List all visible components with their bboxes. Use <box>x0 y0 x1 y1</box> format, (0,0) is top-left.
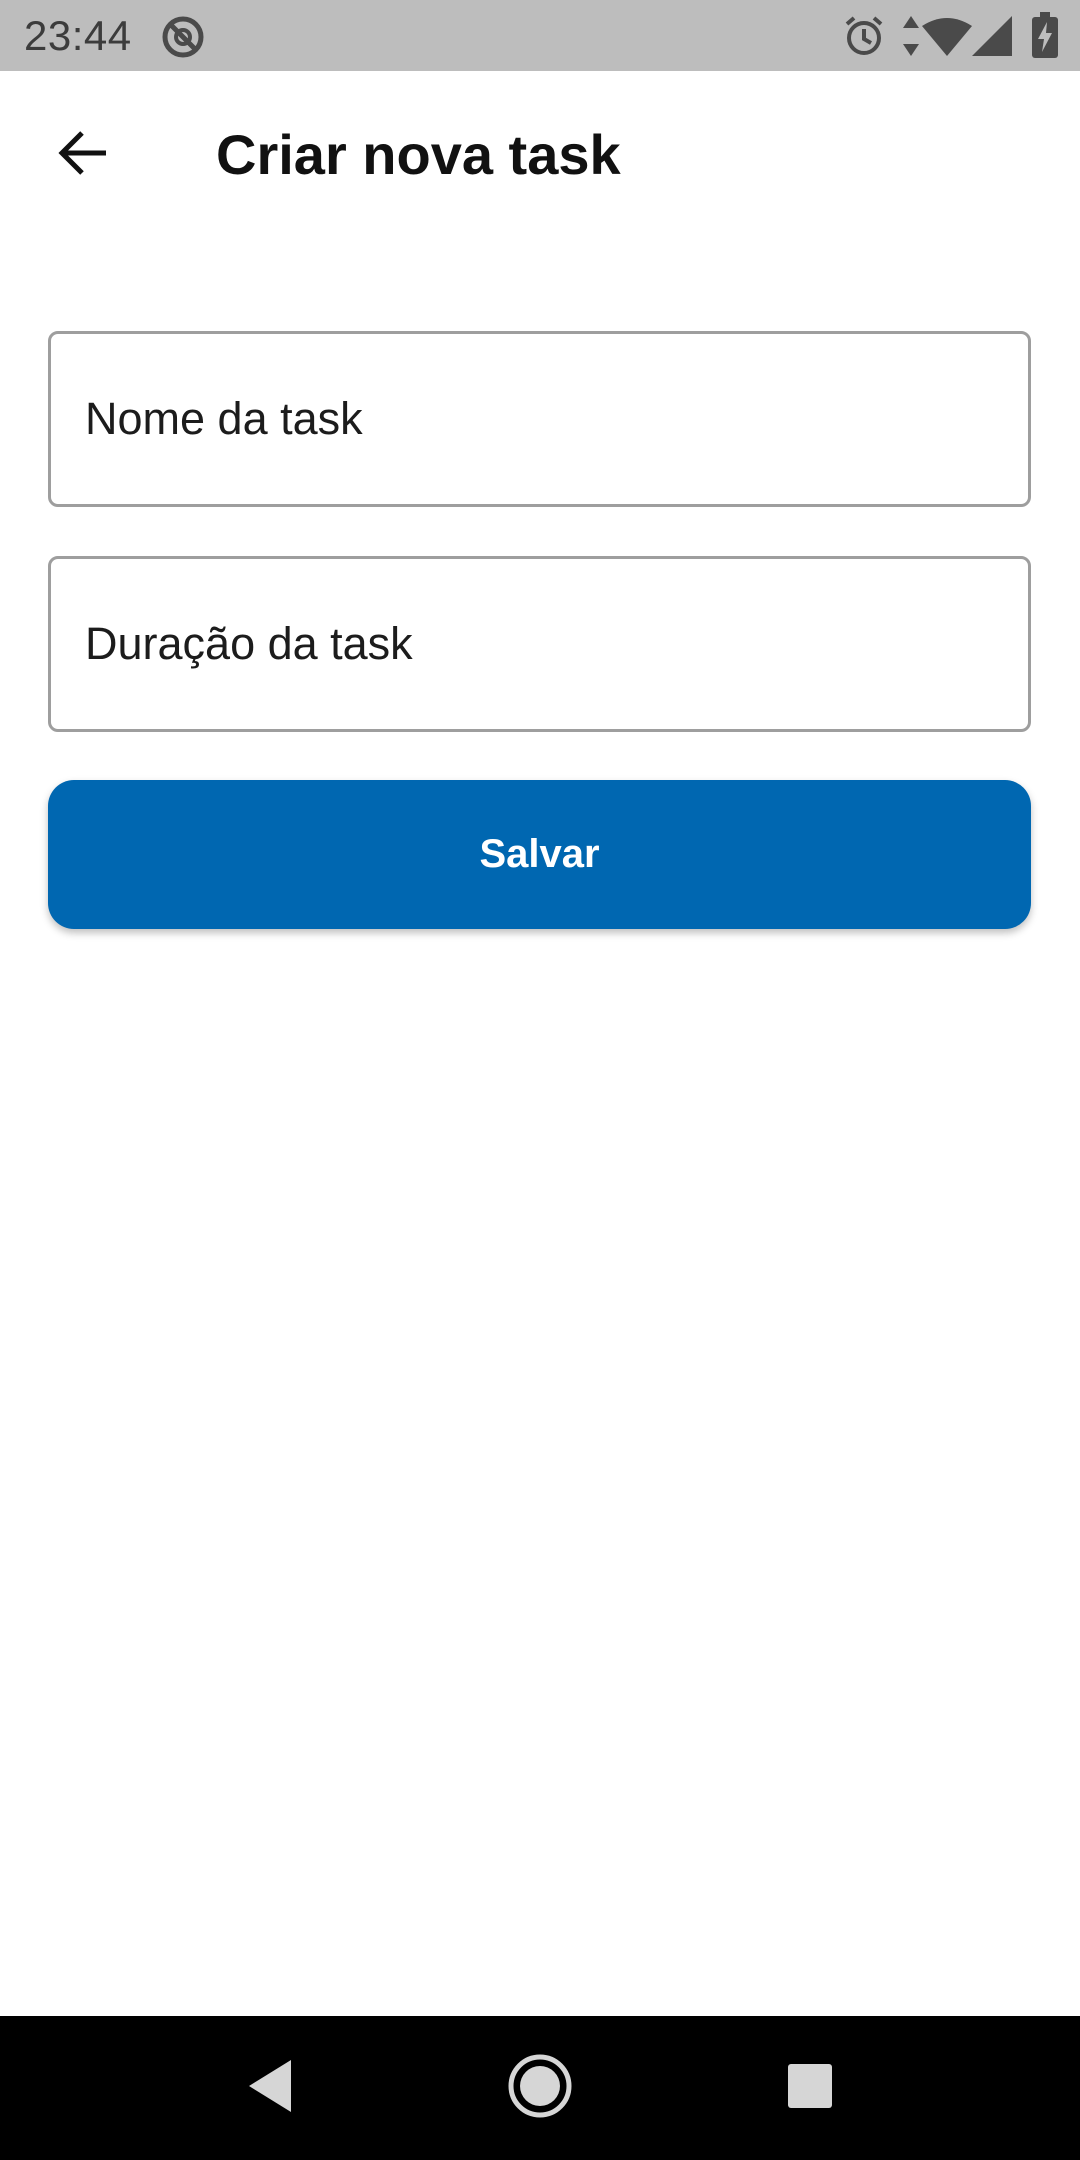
battery-charging-icon <box>1032 12 1058 63</box>
task-duration-input[interactable] <box>51 559 1028 729</box>
page-title: Criar nova task <box>216 123 621 186</box>
task-duration-field[interactable] <box>48 556 1031 732</box>
nav-recents-button[interactable] <box>774 2052 846 2124</box>
nav-home-button[interactable] <box>504 2052 576 2124</box>
status-time: 23:44 <box>24 12 132 59</box>
alarm-icon <box>842 14 886 63</box>
screen: 23:44 Criar nova task Nome da task Duraç… <box>0 0 1080 2160</box>
status-bar: 23:44 <box>0 0 1080 71</box>
task-name-field[interactable] <box>48 331 1031 507</box>
nav-home-icon <box>506 2052 574 2125</box>
back-button[interactable] <box>44 115 124 195</box>
nav-recents-icon <box>786 2062 834 2115</box>
do-not-disturb-icon <box>160 14 206 65</box>
nav-back-icon <box>245 2058 295 2119</box>
arrow-back-icon <box>54 123 114 188</box>
save-button-label: Salvar <box>479 832 600 876</box>
navigation-bar <box>0 2016 1080 2160</box>
task-name-input[interactable] <box>51 334 1028 504</box>
wifi-icon <box>922 18 972 61</box>
save-button[interactable]: Salvar <box>48 780 1031 929</box>
data-arrows-icon <box>902 16 920 61</box>
cell-signal-icon <box>972 16 1012 61</box>
app-bar: Criar nova task <box>0 71 1080 246</box>
nav-back-button[interactable] <box>234 2052 306 2124</box>
